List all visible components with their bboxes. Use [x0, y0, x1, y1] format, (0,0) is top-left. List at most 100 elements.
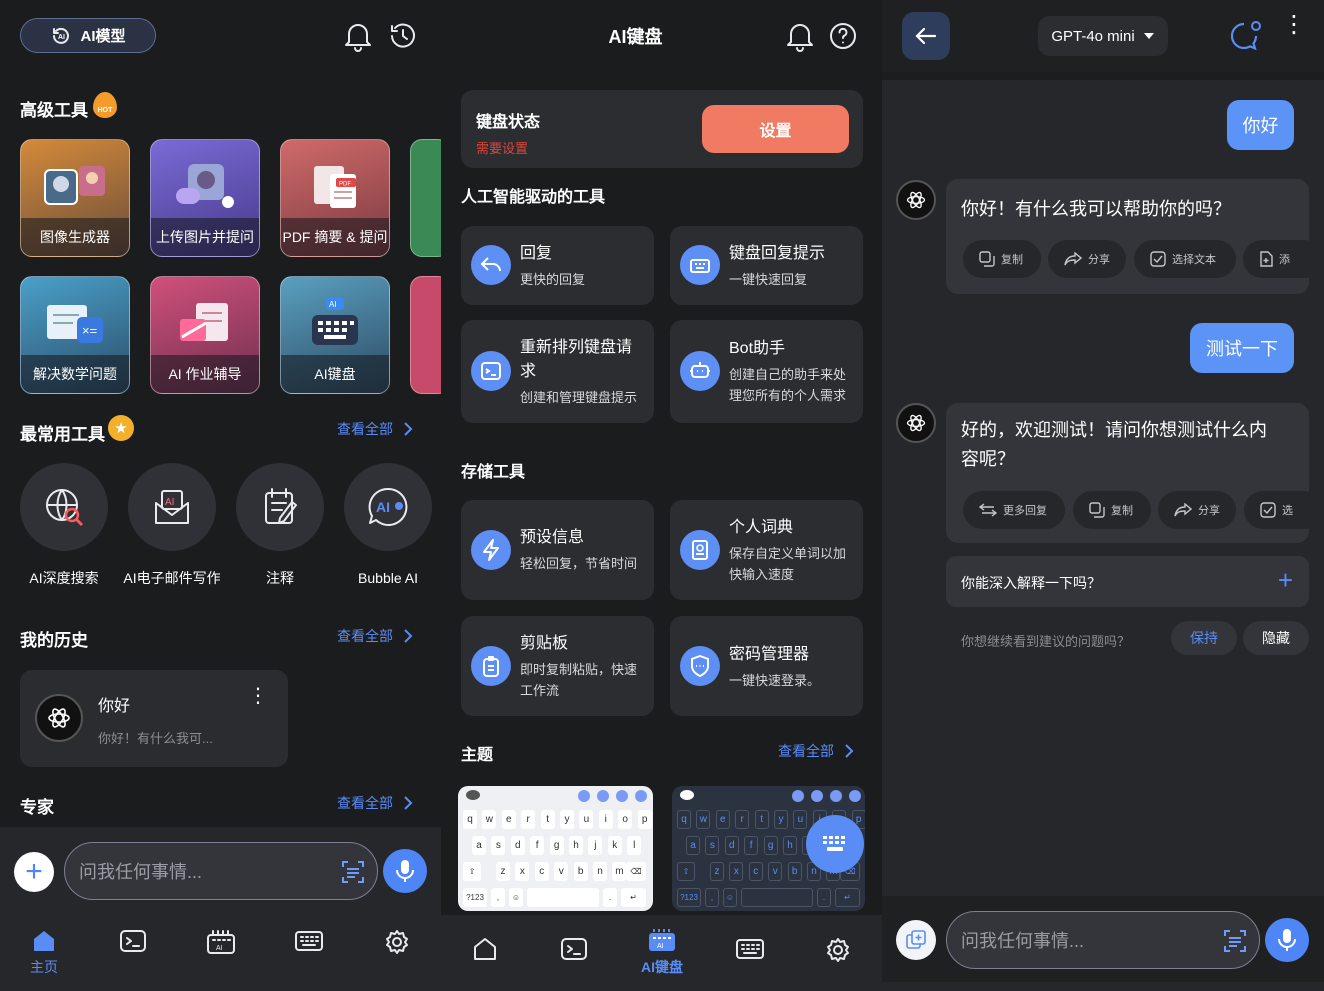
card-bot-assistant[interactable]: Bot助手 创建自己的助手来处 理您所有的个人需求: [670, 320, 863, 423]
card-rearrange-prompts[interactable]: 重新排列键盘请 求 创建和管理键盘提示: [461, 320, 654, 423]
nav-ai-keyboard[interactable]: AI AI键盘: [632, 927, 692, 977]
model-select[interactable]: GPT-4o mini: [1038, 16, 1168, 56]
nav-terminal[interactable]: [103, 929, 163, 953]
suggested-question-text: 你能深入解释一下吗？: [961, 575, 1101, 591]
select-text-button[interactable]: 选择文本: [1134, 240, 1236, 278]
floating-keyboard-button[interactable]: [806, 815, 864, 873]
card-password-manager[interactable]: 密码管理器 一键快速登录。: [670, 616, 863, 716]
tile-partial[interactable]: [410, 139, 441, 257]
settings-button[interactable]: 设置: [702, 105, 849, 153]
tile-image-generator[interactable]: 图像生成器: [20, 139, 130, 257]
mic-button[interactable]: [383, 849, 427, 893]
mic-button[interactable]: [1265, 918, 1309, 962]
nav-home[interactable]: 主页: [14, 929, 74, 977]
history-item[interactable]: 你好 你好！有什么我可... ⋮: [20, 670, 288, 767]
tile-upload-image-ask[interactable]: 上传图片并提问: [150, 139, 260, 257]
kb-key: x: [729, 862, 744, 881]
card-subtitle: 工作流: [520, 683, 560, 698]
nav-keyboard[interactable]: [720, 937, 780, 961]
plus-icon[interactable]: +: [14, 852, 54, 892]
tile-solve-math[interactable]: ×= 解决数学问题: [20, 276, 130, 394]
kb-backspace-key: ⌫: [626, 862, 646, 881]
chip-label: 分享: [1088, 254, 1110, 266]
svg-text:×=: ×=: [82, 323, 97, 338]
kb-period-key: .: [603, 888, 617, 907]
view-all-experts[interactable]: 查看全部: [337, 793, 413, 813]
back-button[interactable]: [902, 12, 950, 60]
terminal-icon: [561, 938, 587, 960]
chat-input[interactable]: 问我任何事情...: [946, 911, 1260, 969]
globe-search-icon: [46, 489, 84, 527]
share-button[interactable]: 分享: [1158, 491, 1236, 529]
scan-icon[interactable]: [1223, 929, 1247, 953]
theme-light-keyboard[interactable]: q w e r t y u i o p a s d f g h j k l z x c v b n m ⇧ ⌫ ?123, ☺. ↵: [458, 786, 653, 911]
history-item-preview: 你好！有什么我可...: [98, 731, 213, 746]
card-clipboard[interactable]: 剪贴板 即时复制粘贴，快速 工作流: [461, 616, 654, 716]
checkbox-icon: [1260, 502, 1276, 518]
tile-label: 解决数学问题: [21, 355, 129, 393]
ai-model-button[interactable]: AI AI模型: [20, 18, 156, 53]
card-preset-messages[interactable]: 预设信息 轻松回复，节省时间: [461, 500, 654, 600]
nav-settings[interactable]: [367, 929, 427, 955]
more-replies-button[interactable]: 更多回复: [963, 491, 1065, 529]
kb-key: r: [521, 810, 536, 829]
lightning-icon: [471, 530, 511, 570]
bell-icon[interactable]: [785, 20, 815, 52]
add-attachment-button[interactable]: [896, 920, 936, 960]
kb-key: g: [763, 836, 778, 855]
model-select-label: GPT-4o mini: [1051, 27, 1135, 45]
kb-toolbar-icon: [616, 790, 628, 802]
copy-button[interactable]: 复制: [963, 240, 1041, 278]
kb-toolbar: [458, 786, 653, 806]
nav-ai-keyboard[interactable]: AI: [191, 929, 251, 955]
view-all-themes[interactable]: 查看全部: [778, 741, 854, 761]
scan-icon[interactable]: [341, 860, 365, 884]
nav-settings[interactable]: [808, 937, 868, 963]
plus-icon[interactable]: +: [1278, 565, 1293, 595]
tile-label: PDF 摘要 & 提问: [281, 218, 389, 256]
nav-home[interactable]: [455, 937, 515, 961]
card-keyboard-reply-hints[interactable]: 键盘回复提示 一键快速回复: [670, 226, 863, 305]
chip-label: 分享: [1198, 505, 1220, 517]
share-button[interactable]: 分享: [1048, 240, 1126, 278]
image-generator-icon: [44, 166, 105, 205]
tile-pdf-summary[interactable]: PDF PDF 摘要 & 提问: [280, 139, 390, 257]
suggested-question[interactable]: 你能深入解释一下吗？ +: [946, 556, 1309, 607]
view-all-label: 查看全部: [778, 743, 834, 759]
card-reply[interactable]: 回复 更快的回复: [461, 226, 654, 305]
keep-button[interactable]: 保持: [1171, 621, 1237, 655]
kb-key: s: [705, 836, 720, 855]
nav-terminal[interactable]: [544, 937, 604, 961]
kb-key: h: [569, 836, 583, 855]
tile-partial-2[interactable]: [410, 276, 441, 394]
copy-button[interactable]: 复制: [1073, 491, 1151, 529]
search-input[interactable]: 问我任何事情...: [64, 842, 378, 900]
gear-icon: [386, 930, 408, 954]
chat-settings-icon[interactable]: [1228, 18, 1264, 54]
deep-search-button[interactable]: [20, 463, 108, 551]
kb-key: a: [472, 836, 486, 855]
bubble-ai-button[interactable]: AI: [344, 463, 432, 551]
view-all-history[interactable]: 查看全部: [337, 626, 413, 646]
openai-avatar-icon: [896, 180, 936, 220]
view-all-common[interactable]: 查看全部: [337, 419, 413, 439]
history-icon[interactable]: [388, 21, 418, 51]
kb-key: f: [744, 836, 759, 855]
bell-icon[interactable]: [343, 20, 373, 52]
hide-button[interactable]: 隐藏: [1243, 621, 1309, 655]
help-icon[interactable]: [828, 21, 858, 51]
tile-homework[interactable]: AI 作业辅导: [150, 276, 260, 394]
more-vert-icon[interactable]: ⋮: [1282, 13, 1306, 37]
add-button[interactable]: 添: [1243, 240, 1323, 278]
ai-history-icon: AI: [53, 27, 70, 44]
more-vert-icon[interactable]: ⋮: [248, 686, 268, 706]
tool-label: AI电子邮件写作: [123, 570, 221, 586]
tile-ai-keyboard[interactable]: AI AI键盘: [280, 276, 390, 394]
email-writing-button[interactable]: AI: [128, 463, 216, 551]
user-message: 你好: [1227, 100, 1294, 150]
doc-add-icon: [1260, 251, 1273, 267]
select-text-button[interactable]: 选: [1244, 491, 1324, 529]
annotation-button[interactable]: [236, 463, 324, 551]
nav-keyboard[interactable]: [279, 929, 339, 953]
card-personal-dictionary[interactable]: 个人词典 保存自定义单词以加 快输入速度: [670, 500, 863, 600]
